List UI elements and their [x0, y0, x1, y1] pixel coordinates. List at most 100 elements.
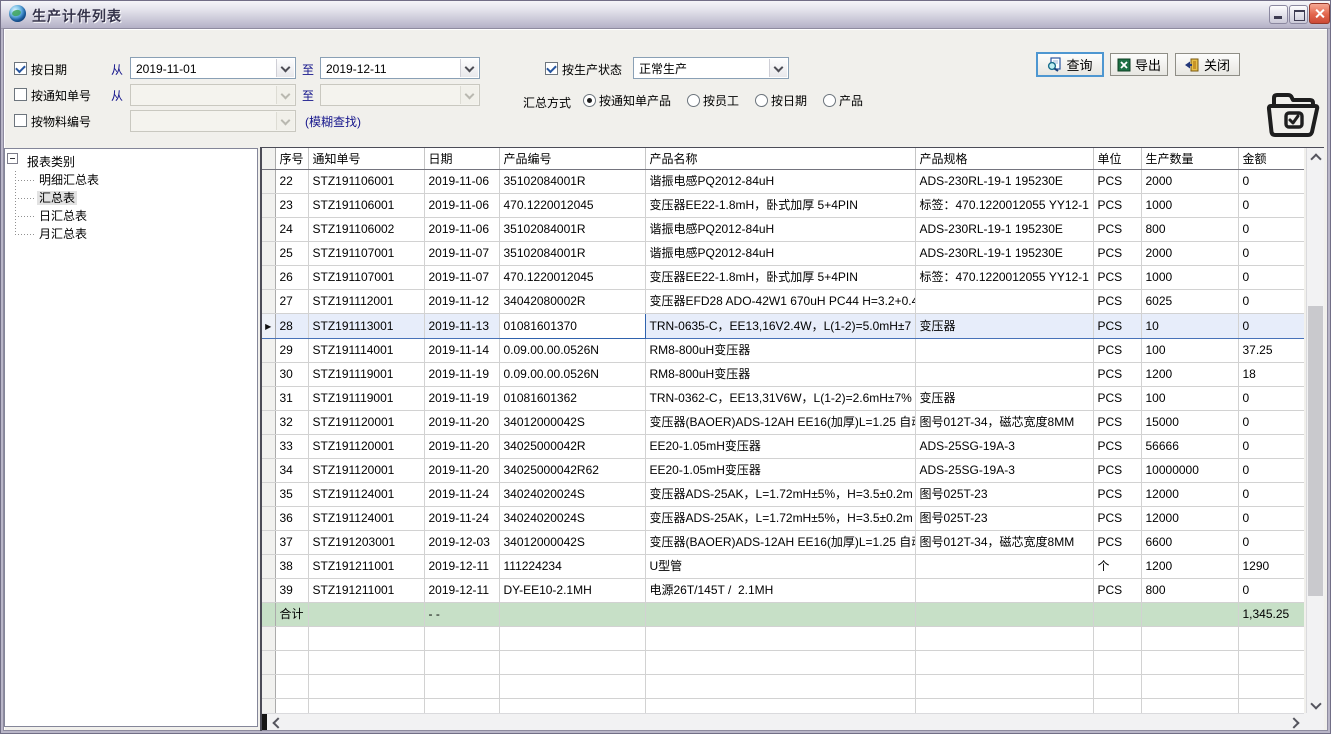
- grid-cell[interactable]: PCS: [1093, 363, 1141, 387]
- grid-cell[interactable]: STZ191211001: [308, 555, 424, 579]
- grid-cell[interactable]: [915, 651, 1093, 675]
- grid-cell[interactable]: [645, 651, 915, 675]
- close-window-button[interactable]: [1309, 3, 1330, 24]
- grid-cell[interactable]: [645, 603, 915, 627]
- column-header-日期[interactable]: 日期: [424, 148, 499, 170]
- empty-row[interactable]: [262, 627, 1304, 651]
- table-row[interactable]: 31STZ1911190012019-11-1901081601362TRN-0…: [262, 387, 1304, 411]
- grid-cell[interactable]: 1000: [1141, 194, 1238, 218]
- grid-cell[interactable]: 38: [275, 555, 308, 579]
- grid-cell[interactable]: [308, 627, 424, 651]
- scroll-up-button[interactable]: [1307, 148, 1324, 165]
- by-notice-checkbox[interactable]: [14, 88, 27, 101]
- grid-cell[interactable]: 100: [1141, 387, 1238, 411]
- grid-cell[interactable]: 36: [275, 507, 308, 531]
- grid-cell[interactable]: [275, 651, 308, 675]
- grid-cell[interactable]: 31: [275, 387, 308, 411]
- grid-cell[interactable]: 2019-11-06: [424, 218, 499, 242]
- grid-cell[interactable]: 27: [275, 290, 308, 314]
- grid-cell[interactable]: STZ191119001: [308, 363, 424, 387]
- grid-cell[interactable]: [915, 290, 1093, 314]
- grid-cell[interactable]: 0: [1238, 290, 1304, 314]
- grid-cell[interactable]: [1093, 627, 1141, 651]
- grid-cell[interactable]: 2019-11-24: [424, 507, 499, 531]
- grid-cell[interactable]: 变压器: [915, 387, 1093, 411]
- grid-cell[interactable]: 谐振电感PQ2012-84uH: [645, 218, 915, 242]
- grid-cell[interactable]: 2000: [1141, 242, 1238, 266]
- grid-cell[interactable]: 0.09.00.00.0526N: [499, 363, 645, 387]
- grid-cell[interactable]: [499, 699, 645, 714]
- grid-cell[interactable]: 6600: [1141, 531, 1238, 555]
- grid-cell[interactable]: PCS: [1093, 579, 1141, 603]
- grid-cell[interactable]: STZ191113001: [308, 314, 424, 339]
- grid-cell[interactable]: 0: [1238, 483, 1304, 507]
- grid-cell[interactable]: [915, 627, 1093, 651]
- grid-cell[interactable]: [915, 699, 1093, 714]
- grid-cell[interactable]: TRN-0635-C，EE13,16V2.4W，L(1-2)=5.0mH±7: [645, 314, 915, 339]
- grid-cell[interactable]: [424, 627, 499, 651]
- grid-cell[interactable]: [1093, 651, 1141, 675]
- grid-cell[interactable]: 15000: [1141, 411, 1238, 435]
- grid-cell[interactable]: 变压器EE22-1.8mH，卧式加厚 5+4PIN: [645, 194, 915, 218]
- grid-cell[interactable]: 10: [1141, 314, 1238, 339]
- grid-cell[interactable]: PCS: [1093, 266, 1141, 290]
- scroll-right-button[interactable]: [1287, 714, 1304, 730]
- grid-cell[interactable]: 0: [1238, 218, 1304, 242]
- grid-cell[interactable]: TRN-0362-C，EE13,31V6W，L(1-2)=2.6mH±7%: [645, 387, 915, 411]
- grid-cell[interactable]: 18: [1238, 363, 1304, 387]
- table-row[interactable]: 27STZ1911120012019-11-1234042080002R变压器E…: [262, 290, 1304, 314]
- grid-cell[interactable]: 26: [275, 266, 308, 290]
- grid-cell[interactable]: [915, 579, 1093, 603]
- column-header-产品规格[interactable]: 产品规格: [915, 148, 1093, 170]
- summary-radio-按员工[interactable]: 按员工: [687, 92, 739, 109]
- grid-cell[interactable]: 0: [1238, 266, 1304, 290]
- grid-cell[interactable]: [424, 651, 499, 675]
- grid-cell[interactable]: 2019-11-07: [424, 242, 499, 266]
- table-row[interactable]: 38STZ1912110012019-12-11111224234U型管个120…: [262, 555, 1304, 579]
- table-row[interactable]: 36STZ1911240012019-11-2434024020024S变压器A…: [262, 507, 1304, 531]
- grid-cell[interactable]: 25: [275, 242, 308, 266]
- grid-cell[interactable]: [1093, 699, 1141, 714]
- grid-cell[interactable]: 0: [1238, 170, 1304, 194]
- grid-cell[interactable]: 24: [275, 218, 308, 242]
- grid-cell[interactable]: 01081601362: [499, 387, 645, 411]
- grid-cell[interactable]: STZ191119001: [308, 387, 424, 411]
- grid-cell[interactable]: 23: [275, 194, 308, 218]
- grid-cell[interactable]: 变压器ADS-25AK，L=1.72mH±5%，H=3.5±0.2m: [645, 483, 915, 507]
- grid-cell[interactable]: 2019-11-19: [424, 363, 499, 387]
- grid-cell[interactable]: [645, 627, 915, 651]
- grid-cell[interactable]: 1290: [1238, 555, 1304, 579]
- grid-cell[interactable]: ADS-230RL-19-1 195230E: [915, 218, 1093, 242]
- current-cell[interactable]: 01081601370: [499, 314, 645, 339]
- chevron-down-icon[interactable]: [276, 59, 294, 77]
- grid-cell[interactable]: PCS: [1093, 314, 1141, 339]
- grid-cell[interactable]: 0: [1238, 531, 1304, 555]
- close-form-button[interactable]: 关闭: [1175, 53, 1240, 76]
- vertical-scroll-thumb[interactable]: [1308, 306, 1323, 596]
- by-material-checkbox[interactable]: [14, 114, 27, 127]
- grid-cell[interactable]: 33: [275, 435, 308, 459]
- grid-cell[interactable]: [1141, 651, 1238, 675]
- grid-cell[interactable]: 56666: [1141, 435, 1238, 459]
- grid-cell[interactable]: U型管: [645, 555, 915, 579]
- grid-cell[interactable]: 0.09.00.00.0526N: [499, 339, 645, 363]
- grid-cell[interactable]: [308, 603, 424, 627]
- table-row[interactable]: 30STZ1911190012019-11-190.09.00.00.0526N…: [262, 363, 1304, 387]
- grid-cell[interactable]: 个: [1093, 555, 1141, 579]
- grid-cell[interactable]: [499, 627, 645, 651]
- grid-cell[interactable]: RM8-800uH变压器: [645, 339, 915, 363]
- grid-cell[interactable]: 1200: [1141, 555, 1238, 579]
- grid-cell[interactable]: STZ191120001: [308, 459, 424, 483]
- grid-cell[interactable]: PCS: [1093, 435, 1141, 459]
- grid-cell[interactable]: [915, 363, 1093, 387]
- grid-cell[interactable]: PCS: [1093, 242, 1141, 266]
- grid-cell[interactable]: STZ191106002: [308, 218, 424, 242]
- empty-row[interactable]: [262, 651, 1304, 675]
- grid-cell[interactable]: PCS: [1093, 531, 1141, 555]
- grid-cell[interactable]: 34025000042R62: [499, 459, 645, 483]
- grid-cell[interactable]: 800: [1141, 579, 1238, 603]
- tree-collapse-icon[interactable]: [7, 153, 18, 164]
- grid-cell[interactable]: DY-EE10-2.1MH: [499, 579, 645, 603]
- grid-cell[interactable]: 100: [1141, 339, 1238, 363]
- grid-cell[interactable]: 2019-11-07: [424, 266, 499, 290]
